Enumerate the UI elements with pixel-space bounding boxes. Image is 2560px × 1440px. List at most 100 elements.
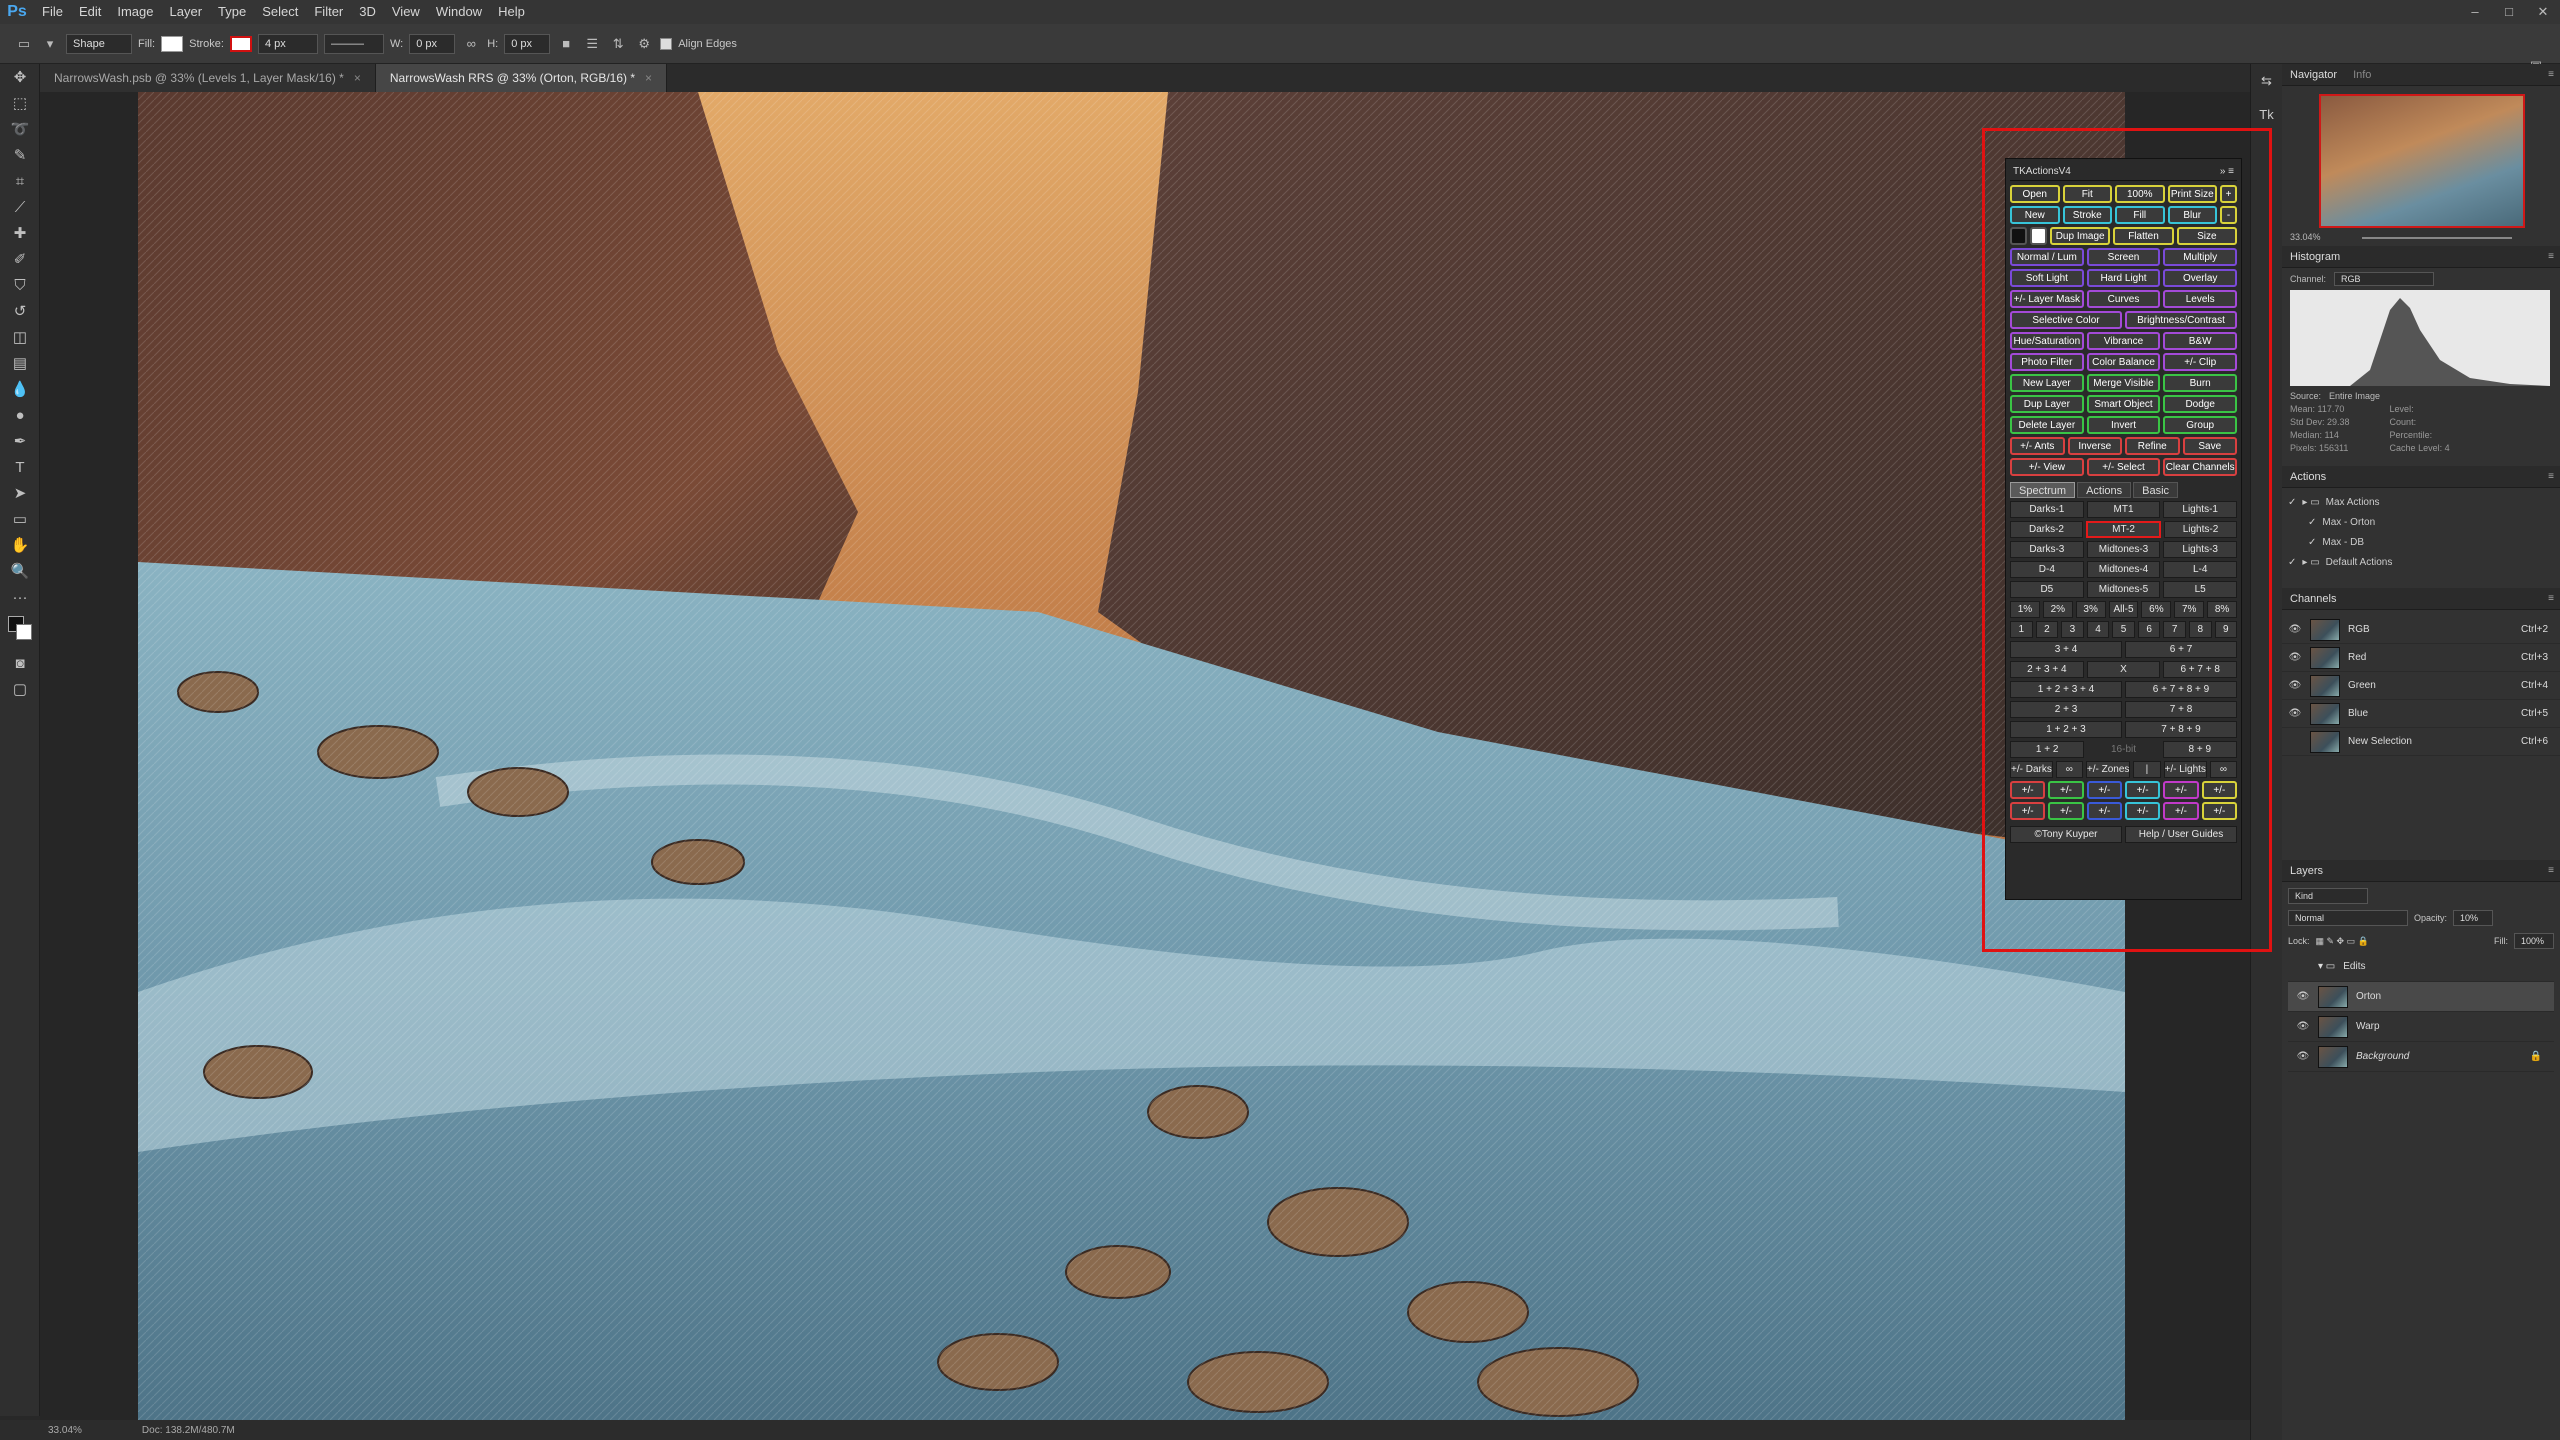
zones-button-zones[interactable]: +/- Zones bbox=[2085, 761, 2131, 778]
action-set[interactable]: ✓ ▸ ▭ Max Actions bbox=[2282, 492, 2560, 512]
spectrum-button-2[interactable]: 2 bbox=[2035, 621, 2059, 638]
spectrum-button-4[interactable]: 4 bbox=[2086, 621, 2110, 638]
tk-button-select[interactable]: +/- Select bbox=[2086, 458, 2161, 476]
check-icon[interactable]: ✓ bbox=[2308, 517, 2316, 528]
tk-button-dodge[interactable]: Dodge bbox=[2163, 395, 2238, 413]
spectrum-button-7[interactable]: 7% bbox=[2174, 601, 2205, 618]
tk-button-sym[interactable]: - bbox=[2220, 206, 2237, 224]
panel-menu-icon[interactable]: » ≡ bbox=[2220, 166, 2234, 177]
channel-select[interactable]: RGB bbox=[2334, 272, 2435, 286]
stroke-width-input[interactable]: 4 px bbox=[257, 33, 318, 54]
tk-panel-icon[interactable]: Tk bbox=[2251, 98, 2282, 132]
spectrum-button-mt1[interactable]: MT1 bbox=[2086, 501, 2161, 518]
panel-menu-icon[interactable]: ≡ bbox=[2548, 69, 2554, 80]
plus-minus-button[interactable]: +/- bbox=[2048, 802, 2084, 820]
menu-image[interactable]: Image bbox=[109, 0, 161, 24]
source-select[interactable]: Entire Image bbox=[2329, 391, 2380, 401]
spectrum-button-lights-2[interactable]: Lights-2 bbox=[2164, 521, 2237, 538]
tk-button-normal-lum[interactable]: Normal / Lum bbox=[2010, 248, 2084, 266]
channel-row-new-selection[interactable]: New Selection Ctrl+6 bbox=[2282, 728, 2560, 756]
spectrum-button-all-5[interactable]: All-5 bbox=[2108, 601, 2139, 618]
tk-button-invert[interactable]: Invert bbox=[2086, 416, 2161, 434]
plus-minus-button[interactable]: +/- bbox=[2086, 802, 2122, 820]
tk-button-dup-image[interactable]: Dup Image bbox=[2050, 227, 2111, 245]
quick-select-tool-icon[interactable]: ✎ bbox=[0, 142, 40, 168]
tk-button-size[interactable]: Size bbox=[2176, 227, 2237, 245]
menu-edit[interactable]: Edit bbox=[71, 0, 109, 24]
tk-button-clip[interactable]: +/- Clip bbox=[2163, 353, 2238, 371]
shape-tool-icon[interactable]: ▭ bbox=[0, 506, 40, 532]
plus-minus-button[interactable]: +/- bbox=[2124, 781, 2161, 799]
eye-icon[interactable]: 👁 bbox=[2288, 708, 2302, 719]
tk-button-print-size[interactable]: Print Size bbox=[2167, 185, 2217, 203]
spectrum-button-midtones-5[interactable]: Midtones-5 bbox=[2086, 581, 2161, 598]
eraser-tool-icon[interactable]: ◫ bbox=[0, 324, 40, 350]
spectrum-button-3[interactable]: 3 bbox=[2061, 621, 2084, 638]
spectrum-button-l5[interactable]: L5 bbox=[2163, 581, 2238, 598]
plus-minus-button[interactable]: +/- bbox=[2048, 781, 2084, 799]
color-swatch-button[interactable] bbox=[2010, 227, 2027, 245]
tk-button-inverse[interactable]: Inverse bbox=[2067, 437, 2122, 455]
tk-button-refine[interactable]: Refine bbox=[2125, 437, 2180, 455]
move-tool-icon[interactable]: ✥ bbox=[0, 64, 40, 90]
spectrum-button-3[interactable]: 3% bbox=[2075, 601, 2106, 618]
eye-icon[interactable]: 👁 bbox=[2296, 991, 2310, 1002]
history-icon[interactable]: ⇆ bbox=[2251, 64, 2282, 98]
menu-filter[interactable]: Filter bbox=[306, 0, 351, 24]
spectrum-button-8[interactable]: 8% bbox=[2207, 601, 2238, 618]
tk-button-levels[interactable]: Levels bbox=[2163, 290, 2238, 308]
type-tool-icon[interactable]: T bbox=[0, 454, 40, 480]
menu-file[interactable]: File bbox=[34, 0, 71, 24]
zones-button-darks[interactable]: +/- Darks bbox=[2010, 761, 2053, 778]
chevron-down-icon[interactable]: ▾ bbox=[40, 34, 60, 54]
spectrum-button-7-8-9[interactable]: 7 + 8 + 9 bbox=[2125, 721, 2237, 738]
width-input[interactable]: 0 px bbox=[409, 33, 456, 54]
tab-navigator[interactable]: Navigator bbox=[2290, 69, 2337, 81]
menu-layer[interactable]: Layer bbox=[162, 0, 211, 24]
plus-minus-button[interactable]: +/- bbox=[2010, 781, 2046, 799]
menu-view[interactable]: View bbox=[384, 0, 428, 24]
tk-button-open[interactable]: Open bbox=[2010, 185, 2060, 203]
spectrum-button-7-8[interactable]: 7 + 8 bbox=[2125, 701, 2237, 718]
menu-window[interactable]: Window bbox=[428, 0, 490, 24]
link-icon[interactable]: ∞ bbox=[461, 34, 481, 54]
tk-button-fill[interactable]: Fill bbox=[2115, 206, 2165, 224]
spectrum-button-l-4[interactable]: L-4 bbox=[2163, 561, 2238, 578]
tk-button-soft-light[interactable]: Soft Light bbox=[2010, 269, 2084, 287]
history-brush-tool-icon[interactable]: ↺ bbox=[0, 298, 40, 324]
spectrum-button-2-3[interactable]: 2 + 3 bbox=[2010, 701, 2122, 718]
zoom-readout[interactable]: 33.04% bbox=[48, 1425, 82, 1436]
eye-icon[interactable]: 👁 bbox=[2296, 1021, 2310, 1032]
tk-button-flatten[interactable]: Flatten bbox=[2113, 227, 2174, 245]
tk-button-layer-mask[interactable]: +/- Layer Mask bbox=[2010, 290, 2084, 308]
eye-icon[interactable]: 👁 bbox=[2296, 1051, 2310, 1062]
eyedropper-tool-icon[interactable]: ⟋ bbox=[0, 194, 40, 220]
spectrum-button-darks-1[interactable]: Darks-1 bbox=[2010, 501, 2084, 518]
tk-button-burn[interactable]: Burn bbox=[2163, 374, 2238, 392]
document-image[interactable] bbox=[138, 92, 2125, 1420]
gradient-tool-icon[interactable]: ▤ bbox=[0, 350, 40, 376]
blur-tool-icon[interactable]: 💧 bbox=[0, 376, 40, 402]
minimize-button[interactable]: – bbox=[2458, 0, 2492, 24]
path-alignment-icon[interactable]: ☰ bbox=[582, 34, 602, 54]
tab-info[interactable]: Info bbox=[2353, 69, 2371, 81]
align-edges-checkbox[interactable] bbox=[660, 37, 673, 50]
tk-button-overlay[interactable]: Overlay bbox=[2163, 269, 2238, 287]
menu-3d[interactable]: 3D bbox=[351, 0, 384, 24]
path-selection-tool-icon[interactable]: ➤ bbox=[0, 480, 40, 506]
zones-button-lights[interactable]: +/- Lights bbox=[2163, 761, 2207, 778]
screen-mode-icon[interactable]: ▢ bbox=[0, 676, 40, 702]
tk-button-selective-color[interactable]: Selective Color bbox=[2010, 311, 2122, 329]
fill-input[interactable]: 100% bbox=[2514, 933, 2554, 949]
navigator-zoom-slider[interactable] bbox=[2362, 237, 2512, 239]
height-input[interactable]: 0 px bbox=[504, 33, 551, 54]
quick-mask-icon[interactable]: ◙ bbox=[0, 650, 40, 676]
plus-minus-button[interactable]: +/- bbox=[2163, 802, 2199, 820]
tk-button-b-w[interactable]: B&W bbox=[2163, 332, 2238, 350]
spectrum-button-7[interactable]: 7 bbox=[2163, 621, 2186, 638]
spectrum-button-1[interactable]: 1% bbox=[2010, 601, 2040, 618]
layer-row-edits[interactable]: ▾ ▭ Edits bbox=[2288, 952, 2554, 982]
spectrum-button-5[interactable]: 5 bbox=[2112, 621, 2135, 638]
plus-minus-button[interactable]: +/- bbox=[2010, 802, 2046, 820]
plus-minus-button[interactable]: +/- bbox=[2201, 802, 2237, 820]
